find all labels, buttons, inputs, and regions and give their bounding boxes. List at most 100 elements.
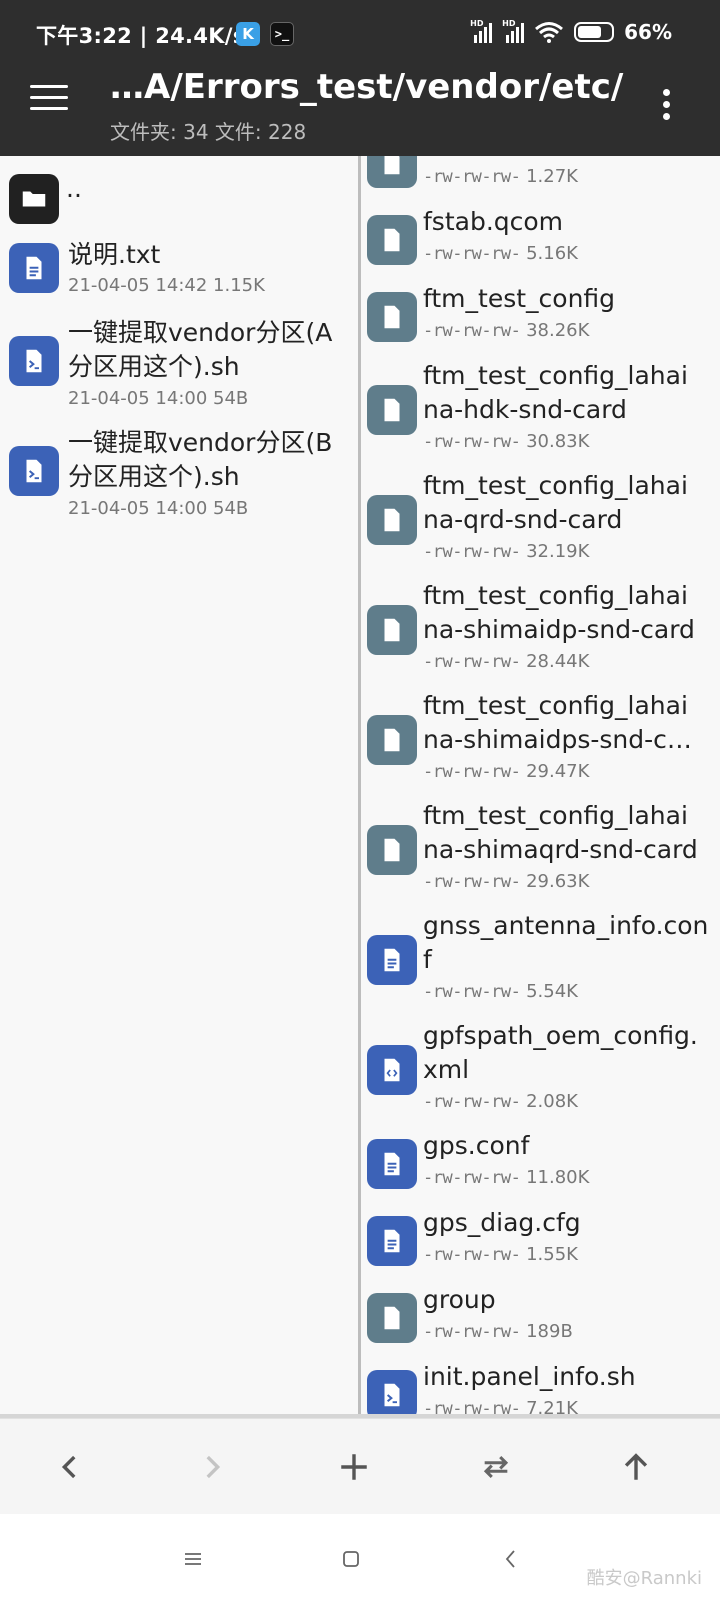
file-name-line1: ftm_test_config_lahai (423, 801, 688, 830)
list-item[interactable]: gnss_antenna_info.con f -rw-rw-rw- 5.54K (361, 905, 720, 1015)
file-meta: -rw-rw-rw- 30.83K (423, 431, 589, 452)
file-meta: -rw-rw-rw- 32.19K (423, 541, 589, 562)
path-title: …A/Errors_test/vendor/etc/ (110, 67, 624, 107)
file-size: 5.16K (526, 243, 578, 264)
list-item[interactable]: 一键提取vendor分区(B 分区用这个).sh 21-04-05 14:00 … (0, 424, 358, 528)
list-item[interactable]: ftm_test_config_lahai na-shimaqrd-snd-car… (361, 795, 720, 905)
file-meta: -rw-rw-rw- 1.55K (423, 1244, 578, 1265)
up-icon[interactable] (612, 1443, 660, 1491)
file-name-line1: 一键提取vendor分区(A (68, 318, 333, 347)
file-size: 30.83K (526, 431, 590, 452)
file-permissions: -rw-rw-rw- (423, 244, 521, 264)
terminal-app-icon: >_ (270, 22, 294, 46)
file-permissions: -rw-rw-rw- (423, 1092, 521, 1112)
recents-icon[interactable] (178, 1544, 208, 1574)
file-meta: -rw-rw-rw- 38.26K (423, 320, 589, 341)
file-name-line2: xml (423, 1055, 470, 1084)
list-item[interactable]: group -rw-rw-rw- 189B (361, 1279, 720, 1356)
file-size: 5.54K (526, 981, 578, 1002)
file-icon (367, 605, 417, 655)
file-name-line1: gps_diag.cfg (423, 1208, 581, 1237)
more-options-icon[interactable] (660, 89, 672, 125)
folder-file-count: 文件夹: 34 文件: 228 (110, 120, 307, 144)
script-icon (9, 446, 59, 496)
status-indicators: HD HD 66% (470, 19, 672, 44)
list-item[interactable]: gps_diag.cfg -rw-rw-rw- 1.55K (361, 1202, 720, 1279)
list-item[interactable]: ftm_test_config_lahai na-shimaidp-snd-car… (361, 575, 720, 685)
file-meta: -rw-rw-rw- 29.63K (423, 871, 589, 892)
list-item[interactable]: init.panel_info.sh -rw-rw-rw- 7.21K (361, 1356, 720, 1418)
file-permissions: -rw-rw-rw- (423, 1245, 521, 1265)
file-meta: -rw-rw-rw- 5.54K (423, 981, 578, 1002)
list-item[interactable]: 一键提取vendor分区(A 分区用这个).sh 21-04-05 14:00 … (0, 314, 358, 418)
file-name-line1: gpfspath_oem_config. (423, 1021, 698, 1050)
file-name: 说明.txt (68, 240, 161, 269)
home-icon[interactable] (336, 1544, 366, 1574)
file-name-line1: fstab.qcom (423, 207, 564, 236)
file-size: 11.80K (526, 1167, 590, 1188)
file-meta: -rw-rw-rw- 5.16K (423, 243, 578, 264)
file-icon (367, 495, 417, 545)
list-item[interactable]: ftm_test_config_lahai na-hdk-snd-card -rw-… (361, 355, 720, 465)
file-permissions: -rw-rw-rw- (423, 432, 521, 452)
file-icon (367, 156, 417, 188)
file-meta: -rw-rw-rw- 28.44K (423, 651, 589, 672)
list-item[interactable]: ftm_test_config -rw-rw-rw- 38.26K (361, 278, 720, 355)
list-item[interactable]: fstab.qcom -rw-rw-rw- 5.16K (361, 201, 720, 278)
file-name-line1: ftm_test_config_lahai (423, 691, 688, 720)
list-item[interactable]: ftm_test_config_lahai na-shimaidps-snd-c…… (361, 685, 720, 795)
status-bar: 下午3:22 | 24.4K/s K >_ HD HD 66% (0, 0, 720, 53)
signal-icon-2: HD (502, 19, 525, 43)
list-item[interactable]: gpfspath_oem_config.xml -rw-rw-rw- 2.08K (361, 1015, 720, 1125)
battery-icon (574, 22, 615, 42)
file-size: 1.55K (526, 1244, 578, 1265)
forward-icon[interactable] (188, 1443, 236, 1491)
file-size: 38.26K (526, 320, 590, 341)
parent-directory-item[interactable]: .. (0, 164, 358, 230)
file-name-line1: ftm_test_config_lahai (423, 581, 688, 610)
file-icon (367, 291, 417, 342)
left-file-pane[interactable]: .. 说明.txt 21-04-05 14:42 1.15K 一键提取vendo… (0, 156, 358, 1418)
file-name-line1: ftm_test_config_lahai (423, 471, 688, 500)
file-size: 29.47K (526, 761, 590, 782)
file-name-line1: gnss_antenna_info.con (423, 911, 709, 940)
list-item[interactable]: 说明.txt 21-04-05 14:42 1.15K (0, 238, 358, 308)
back-icon[interactable] (46, 1443, 94, 1491)
document-icon (367, 1215, 417, 1266)
file-icon (367, 214, 417, 265)
system-back-icon[interactable] (496, 1544, 526, 1574)
file-size: 28.44K (526, 651, 590, 672)
file-permissions: -rw-rw-rw- (423, 1168, 521, 1188)
add-icon[interactable] (330, 1443, 378, 1491)
file-meta: 21-04-05 14:00 54B (68, 498, 249, 519)
file-size: 2.08K (526, 1091, 578, 1112)
file-permissions: -rw-rw-rw- (423, 762, 521, 782)
file-meta: -rw-rw-rw- 29.47K (423, 761, 589, 782)
file-name-line1: 一键提取vendor分区(B (68, 428, 333, 457)
file-meta: -rw-rw-rw- 189B (423, 1321, 573, 1342)
file-name-line1: init.panel_info.sh (423, 1362, 636, 1391)
menu-icon[interactable] (30, 85, 68, 115)
file-name-line2: 分区用这个).sh (68, 352, 240, 381)
right-file-pane[interactable]: -rw-rw-rw- 1.27K fstab.qcom -rw-rw-rw- 5.1… (358, 156, 720, 1418)
file-meta: -rw-rw-rw- 11.80K (423, 1167, 589, 1188)
document-icon (367, 1138, 417, 1189)
file-name-line1: gps.conf (423, 1131, 530, 1160)
file-permissions: -rw-rw-rw- (423, 1322, 521, 1342)
signal-hd-label: HD (470, 19, 484, 28)
file-icon (367, 385, 417, 435)
file-permissions: -rw-rw-rw- (423, 652, 521, 672)
file-permissions: -rw-rw-rw- (423, 167, 521, 187)
file-permissions: -rw-rw-rw- (423, 542, 521, 562)
file-name-line2: na-qrd-snd-card (423, 505, 623, 534)
list-item[interactable]: gps.conf -rw-rw-rw- 11.80K (361, 1125, 720, 1202)
swap-icon[interactable] (472, 1443, 520, 1491)
file-manager-screen: 下午3:22 | 24.4K/s K >_ HD HD 66% …A/Error… (0, 0, 720, 1600)
list-item[interactable]: ftm_test_config_lahai na-qrd-snd-card -rw-… (361, 465, 720, 575)
file-meta: 21-04-05 14:00 54B (68, 388, 249, 409)
file-icon (367, 1292, 417, 1343)
list-item[interactable]: -rw-rw-rw- 1.27K (361, 156, 720, 201)
file-name-line2: na-shimaidps-snd-c… (423, 725, 692, 754)
file-icon (367, 715, 417, 765)
status-time: 下午3:22 | 24.4K/s (36, 24, 246, 48)
